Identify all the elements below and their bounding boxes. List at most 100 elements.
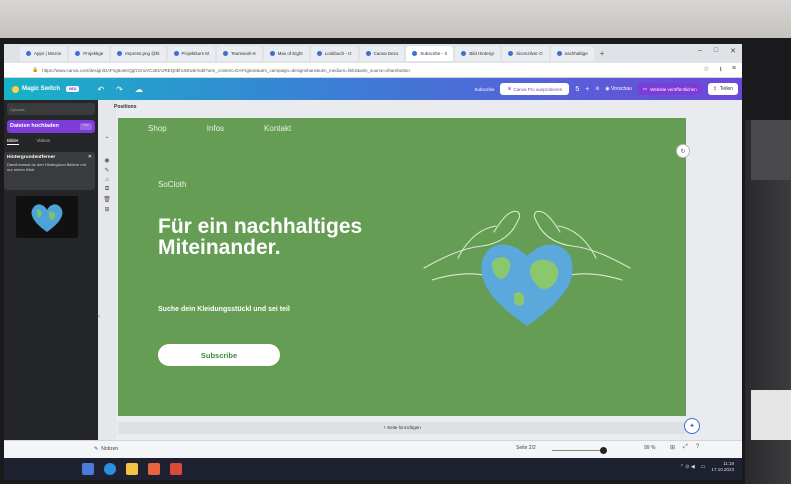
canva-pro-button[interactable]: ♛ Canva Pro ausprobieren — [500, 83, 570, 95]
network-icon[interactable]: ⌃ ⊙ ◀ — [680, 464, 695, 470]
tab-images[interactable]: Bilder — [7, 138, 19, 145]
design-page[interactable]: Shop Infos Kontakt SoCloth Für ein nachh… — [118, 118, 686, 416]
brand-name[interactable]: SoCloth — [158, 180, 186, 189]
minimize-icon[interactable]: – — [698, 47, 702, 55]
design-title[interactable]: Subscribe — [474, 87, 494, 92]
add-page-icon[interactable]: ⊞ — [98, 206, 116, 213]
eye-icon[interactable]: ◉ — [98, 157, 116, 164]
analytics-icon[interactable]: ılı — [595, 86, 599, 92]
close-icon[interactable]: ✕ — [730, 47, 736, 55]
browser-tab[interactable]: Canva Dezu — [359, 46, 405, 61]
chevron-up-icon[interactable]: ⌃ — [98, 136, 116, 143]
download-icon[interactable]: ⭳ — [719, 65, 721, 76]
magic-icon — [12, 85, 19, 93]
magic-assistant-icon[interactable]: ✦ — [684, 418, 700, 434]
browser-tab[interactable]: Max of Eight — [263, 46, 309, 61]
browser-tab[interactable]: Teamwork-8 — [217, 46, 262, 61]
canva-pro-label: Canva Pro ausprobieren — [513, 86, 563, 92]
monitor-side — [751, 120, 791, 180]
tab-favicon-icon — [75, 51, 81, 56]
address-url[interactable]: https://www.canva.com/design/DAFsg5oeKQg… — [42, 68, 410, 73]
upload-files-button[interactable]: Dateien hochladen ··· — [7, 120, 95, 133]
redo-icon[interactable]: ↷ — [116, 85, 123, 94]
favorite-star-icon[interactable]: ☆ — [703, 65, 709, 76]
notes-label: Notizen — [101, 446, 119, 452]
zoom-value[interactable]: 99 % — [644, 445, 655, 451]
tab-favicon-icon — [316, 51, 322, 56]
browser-tab[interactable]: Bild Hintergr — [455, 46, 501, 61]
chrome-icon[interactable] — [148, 463, 160, 475]
nav-shop[interactable]: Shop — [148, 124, 167, 133]
tab-label: Impress.png @ht — [125, 51, 160, 56]
edge-icon[interactable] — [104, 463, 116, 475]
browser-tab[interactable]: Apps | Micros — [20, 46, 68, 61]
wall-background — [0, 0, 791, 40]
add-collaborator-icon[interactable]: + — [585, 86, 589, 93]
page-indicator[interactable]: Seite 2/2 — [516, 445, 536, 451]
tab-favicon-icon — [556, 51, 562, 56]
grid-view-icon[interactable]: ⊞ — [670, 444, 675, 451]
add-page-button[interactable]: + Seite hinzufügen — [118, 422, 686, 434]
earth-heart-thumbnail-icon — [31, 204, 63, 232]
address-actions: ☆ ⭳ ≡ — [703, 65, 736, 76]
background-remover-card[interactable]: Hintergrundentferner Damit kannst du den… — [4, 152, 95, 190]
preview-button[interactable]: ◉ Vorschau — [605, 86, 632, 92]
zoom-slider-handle[interactable] — [600, 447, 607, 454]
more-options-button[interactable]: ··· — [80, 123, 92, 130]
help-icon[interactable]: ? — [696, 444, 699, 451]
browser-tab[interactable]: Projektkurs M — [167, 46, 216, 61]
nav-kontakt[interactable]: Kontakt — [264, 124, 291, 133]
clock-date: 17.10.2023 — [711, 467, 734, 472]
uploads-search-input[interactable]: Uploads — [7, 103, 95, 115]
right-scroll-area[interactable] — [720, 100, 742, 456]
file-explorer-icon[interactable] — [126, 463, 138, 475]
card-description: Damit kannst du den Hintergrund Bildern … — [7, 162, 86, 172]
lock-icon[interactable]: ⌂ — [98, 177, 116, 183]
new-tab-icon[interactable]: + — [596, 49, 609, 58]
menu-icon[interactable]: ≡ — [732, 65, 736, 76]
hero-subtext[interactable]: Suche dein Kleidungsstückl und sei teil — [158, 304, 318, 315]
tab-favicon-icon — [117, 51, 123, 56]
hero-headline[interactable]: Für ein nachhaltiges Miteinander. — [158, 216, 388, 258]
uploaded-image-thumbnail[interactable] — [16, 196, 78, 238]
task-view-icon[interactable] — [82, 463, 94, 475]
desk-surroundings — [745, 120, 791, 484]
cloud-save-icon[interactable]: ☁ — [135, 85, 143, 94]
earth-heart-hands-icon[interactable] — [422, 198, 632, 338]
close-icon[interactable]: ✕ — [88, 154, 92, 160]
collapse-panel-icon[interactable]: ‹ — [98, 314, 100, 320]
subscribe-button[interactable]: Subscribe — [158, 344, 280, 366]
fullscreen-icon[interactable]: ⤢ — [683, 444, 688, 451]
clock[interactable]: 11:19 17.10.2023 — [711, 461, 734, 473]
browser-tab[interactable]: Lookbuch - Iz — [310, 46, 358, 61]
browser-tab[interactable]: nachhaltige — [550, 46, 594, 61]
publish-website-button[interactable]: ▭ Website veröffentlichen — [637, 83, 702, 95]
undo-icon[interactable]: ↶ — [97, 85, 104, 94]
keyboard-icon[interactable]: ▭ — [701, 464, 706, 470]
trash-icon[interactable]: 🗑 — [98, 196, 116, 203]
status-icons: ⊞ ⤢ ? — [670, 444, 699, 451]
address-bar[interactable]: 🔒 https://www.canva.com/design/DAFsg5oeK… — [4, 63, 742, 78]
nav-infos[interactable]: Infos — [207, 124, 224, 133]
share-button[interactable]: ⇪ Teilen — [707, 83, 738, 95]
tab-favicon-icon — [223, 51, 229, 56]
refresh-icon[interactable]: ↻ — [676, 144, 690, 158]
notes-button[interactable]: ✎ Notizen — [94, 446, 118, 452]
preview-label: Vorschau — [610, 86, 632, 92]
tab-label: Apps | Micros — [34, 51, 62, 56]
collaborator-count: 5 — [575, 85, 580, 93]
browser-tab[interactable]: Subscribe - X — [406, 46, 454, 61]
positions-label[interactable]: Positions — [114, 104, 137, 110]
browser-tab[interactable]: Impress.png @ht — [111, 46, 166, 61]
lock-icon: 🔒 — [32, 67, 39, 73]
app-icon[interactable] — [170, 463, 182, 475]
magic-switch-button[interactable]: Magic Switch NEU — [12, 85, 80, 93]
maximize-icon[interactable]: □ — [714, 47, 718, 55]
duplicate-icon[interactable]: ⧉ — [98, 186, 116, 193]
tab-videos[interactable]: Videos — [37, 138, 51, 145]
browser-tab[interactable]: Sicenzilver O — [502, 46, 549, 61]
browser-tab[interactable]: Projektige — [69, 46, 110, 61]
upload-files-label: Dateien hochladen — [10, 123, 59, 129]
comment-icon[interactable]: ✎ — [98, 167, 116, 174]
zoom-slider[interactable] — [552, 450, 604, 451]
